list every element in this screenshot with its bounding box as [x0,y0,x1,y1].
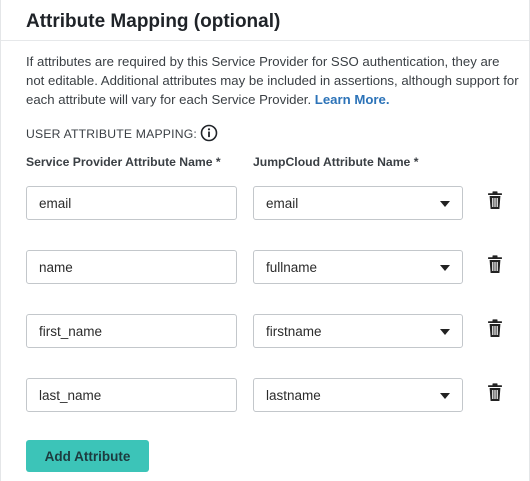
description-text: If attributes are required by this Servi… [26,54,519,107]
caret-down-icon [440,393,450,399]
description: If attributes are required by this Servi… [26,52,521,109]
service-provider-attribute-input[interactable] [26,314,237,348]
trash-icon[interactable] [487,383,503,402]
trash-icon[interactable] [487,319,503,338]
trash-icon[interactable] [487,191,503,210]
select-value: email [266,196,299,211]
trash-icon[interactable] [487,255,503,274]
service-provider-attribute-input[interactable] [26,186,237,220]
jumpcloud-column-header: JumpCloud Attribute Name * [253,155,419,169]
caret-down-icon [440,329,450,335]
learn-more-link[interactable]: Learn More. [315,92,390,107]
mapping-row: lastname [1,378,530,412]
service-provider-column-header: Service Provider Attribute Name * [26,155,221,169]
jumpcloud-attribute-select[interactable]: email [253,186,463,220]
select-value: fullname [266,260,318,275]
title-divider [1,40,529,41]
mapping-row: email [1,186,530,220]
mapping-row: fullname [1,250,530,284]
service-provider-attribute-input[interactable] [26,378,237,412]
attribute-mapping-panel: Attribute Mapping (optional) If attribut… [0,0,530,481]
mapping-row: firstname [1,314,530,348]
select-value: firstname [266,324,322,339]
service-provider-attribute-input[interactable] [26,250,237,284]
jumpcloud-attribute-select[interactable]: firstname [253,314,463,348]
jumpcloud-attribute-select[interactable]: fullname [253,250,463,284]
user-attribute-mapping-label: USER ATTRIBUTE MAPPING: [26,127,197,141]
jumpcloud-attribute-select[interactable]: lastname [253,378,463,412]
caret-down-icon [440,265,450,271]
caret-down-icon [440,201,450,207]
info-icon[interactable] [200,124,218,142]
add-attribute-button[interactable]: Add Attribute [26,440,149,472]
page-title: Attribute Mapping (optional) [26,11,281,32]
select-value: lastname [266,388,321,403]
